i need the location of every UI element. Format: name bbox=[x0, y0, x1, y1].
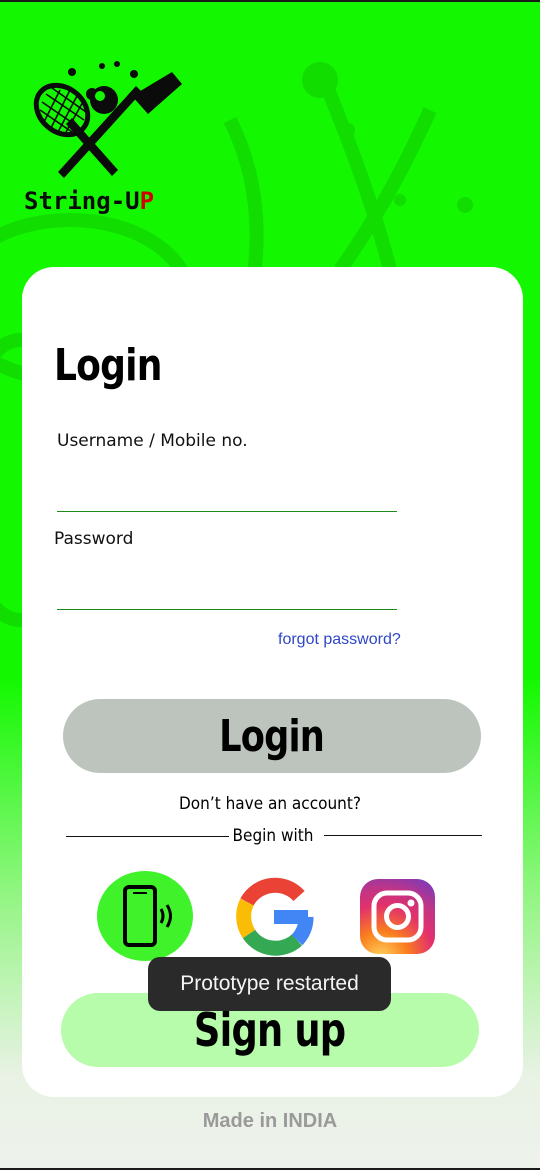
toast-text: Prototype restarted bbox=[180, 972, 359, 995]
phone-signin-button[interactable] bbox=[97, 871, 193, 961]
page-title: Login bbox=[54, 340, 162, 391]
toast-message: Prototype restarted bbox=[148, 957, 391, 1011]
login-button[interactable]: Login bbox=[63, 699, 481, 773]
login-button-label: Login bbox=[219, 710, 326, 762]
phone-vibrate-icon bbox=[123, 885, 172, 947]
begin-with-text: Begin with bbox=[232, 826, 314, 846]
google-icon[interactable] bbox=[233, 876, 315, 958]
instagram-icon[interactable] bbox=[360, 879, 435, 954]
footer-text: Made in INDIA bbox=[202, 1110, 338, 1132]
instagram-glyph-icon bbox=[371, 890, 424, 943]
forgot-password-link[interactable]: forgot password? bbox=[278, 631, 401, 649]
brand-logo-text: String-UP bbox=[24, 187, 155, 215]
divider-right bbox=[324, 835, 482, 836]
divider-left bbox=[66, 836, 229, 837]
no-account-text: Don’t have an account? bbox=[179, 794, 361, 814]
username-field[interactable] bbox=[57, 511, 397, 512]
password-field[interactable] bbox=[57, 609, 397, 610]
password-label: Password bbox=[54, 529, 134, 549]
username-label: Username / Mobile no. bbox=[57, 431, 248, 451]
signup-button-label: Sign up bbox=[194, 1003, 346, 1057]
